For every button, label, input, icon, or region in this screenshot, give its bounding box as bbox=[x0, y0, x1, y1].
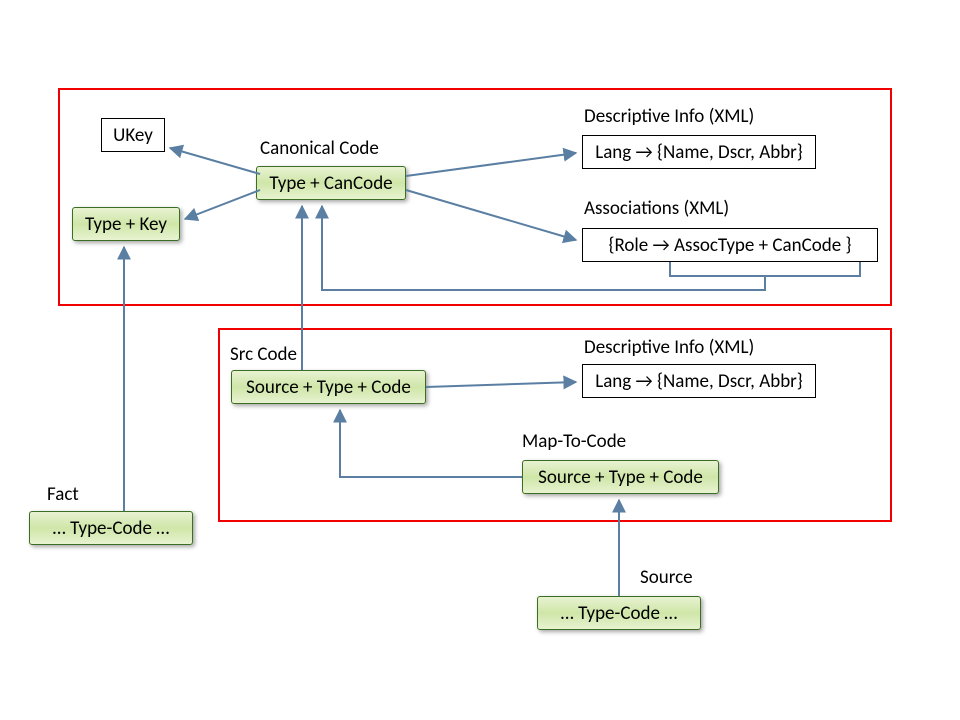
box-role-map: {Role → AssocType + CanCode } bbox=[582, 228, 878, 262]
frame-canonical bbox=[58, 88, 892, 306]
label-canonical-code: Canonical Code bbox=[260, 137, 379, 160]
label-fact: Fact bbox=[47, 483, 79, 506]
label-src-code: Src Code bbox=[230, 343, 297, 366]
box-source-type-code-bottom: … Type-Code … bbox=[537, 596, 701, 630]
box-ukey: UKey bbox=[101, 118, 165, 152]
label-source: Source bbox=[640, 566, 693, 589]
label-associations: Associations (XML) bbox=[584, 197, 729, 220]
label-descriptive-info-1: Descriptive Info (XML) bbox=[584, 105, 754, 128]
label-descriptive-info-2: Descriptive Info (XML) bbox=[584, 336, 754, 359]
box-source-type-code-1: Source + Type + Code bbox=[231, 370, 426, 404]
box-source-type-code-2: Source + Type + Code bbox=[522, 460, 719, 494]
box-lang-map-1: Lang → {Name, Dscr, Abbr} bbox=[582, 135, 816, 169]
diagram-stage: Canonical Code Descriptive Info (XML) As… bbox=[0, 0, 960, 720]
box-type-key: Type + Key bbox=[72, 207, 180, 241]
label-map-to-code: Map-To-Code bbox=[522, 430, 626, 453]
box-lang-map-2: Lang → {Name, Dscr, Abbr} bbox=[582, 364, 816, 398]
box-fact-type-code: … Type-Code … bbox=[29, 511, 193, 545]
box-type-cancode: Type + CanCode bbox=[256, 166, 406, 200]
